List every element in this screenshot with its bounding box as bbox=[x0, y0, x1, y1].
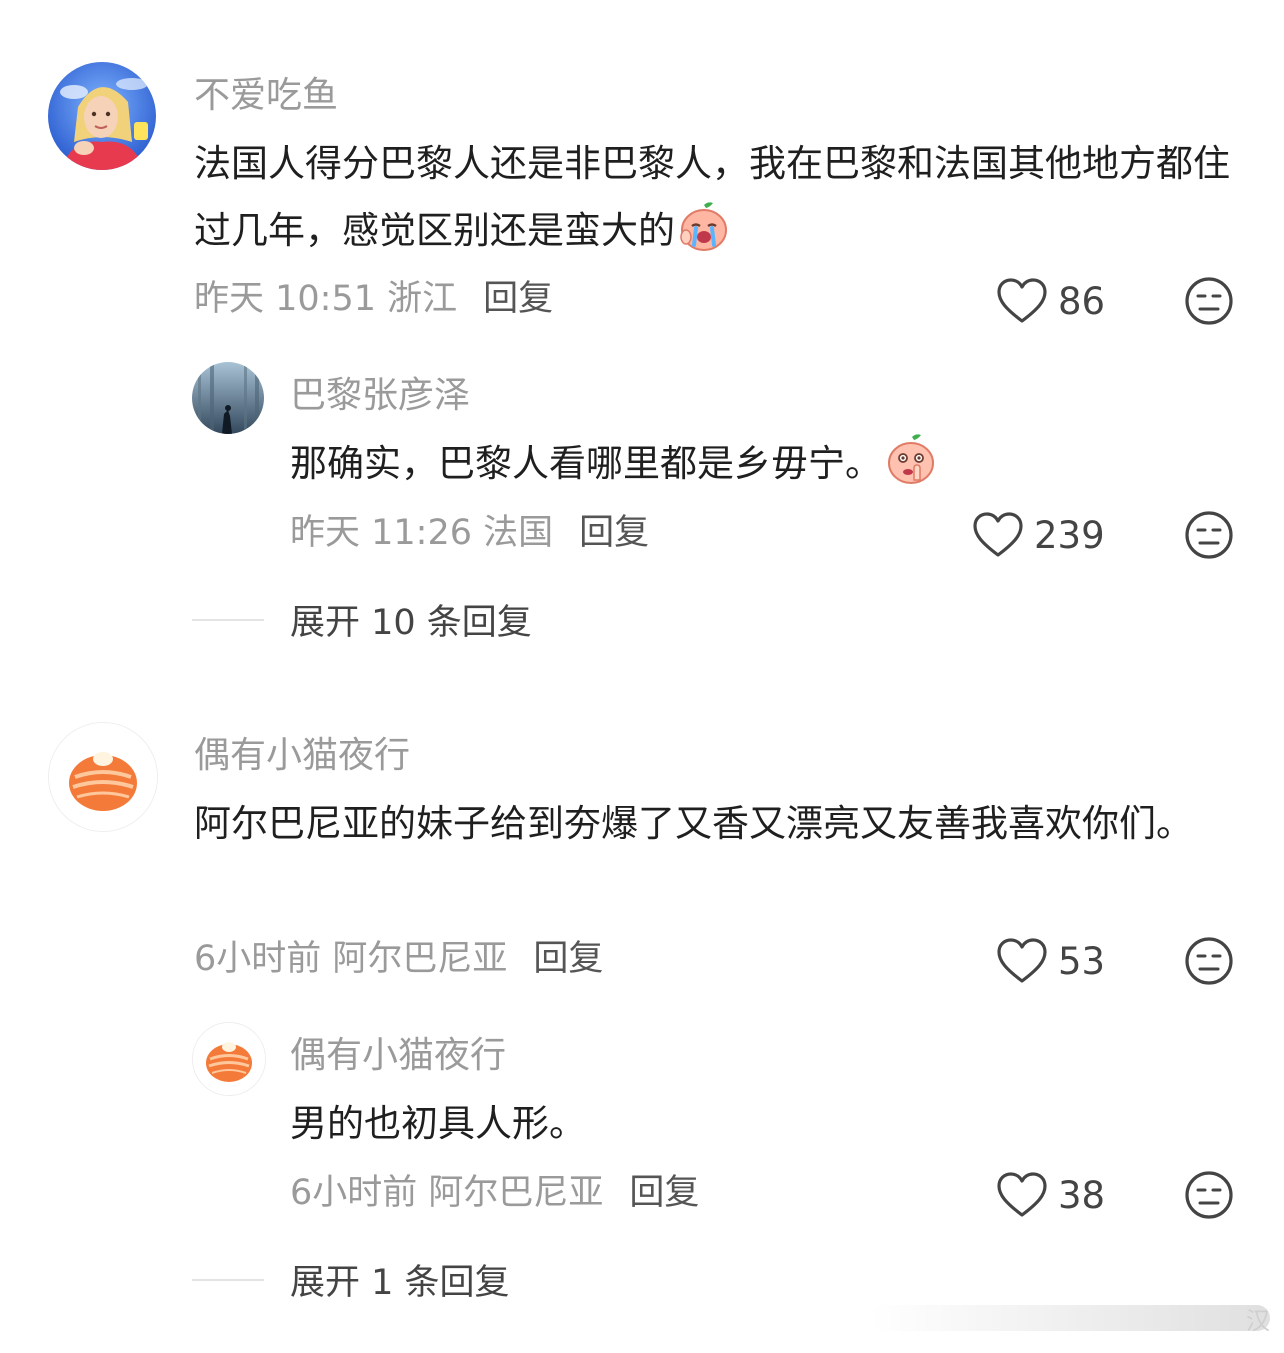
like-button[interactable]: 38 bbox=[996, 1171, 1105, 1219]
avatar[interactable] bbox=[192, 362, 264, 434]
avatar[interactable] bbox=[192, 1022, 266, 1096]
like-count: 86 bbox=[1058, 279, 1106, 323]
heart-icon bbox=[973, 512, 1023, 557]
comment-content: 阿尔巴尼亚的妹子给到夯爆了又香又漂亮又友善我喜欢你们。 bbox=[194, 790, 1244, 857]
like-button[interactable]: 239 bbox=[972, 511, 1105, 559]
reply-username[interactable]: 巴黎张彦泽 bbox=[290, 376, 470, 416]
comment-time-location: 6小时前 阿尔巴尼亚 bbox=[194, 939, 508, 979]
dislike-face-icon[interactable] bbox=[1184, 1170, 1234, 1220]
picking-nose-peach-emoji-icon bbox=[888, 434, 934, 484]
reply-button[interactable]: 回复 bbox=[579, 513, 649, 553]
heart-icon bbox=[997, 938, 1047, 983]
reply-username[interactable]: 偶有小猫夜行 bbox=[290, 1036, 506, 1076]
expand-replies-label: 展开 10 条回复 bbox=[290, 603, 532, 643]
reply-text: 那确实，巴黎人看哪里都是乡毋宁。 bbox=[290, 442, 882, 485]
comment-content: 法国人得分巴黎人还是非巴黎人，我在巴黎和法国其他地方都住过几年，感觉区别还是蛮大… bbox=[194, 130, 1244, 264]
comment-meta: 6小时前 阿尔巴尼亚 回复 bbox=[194, 939, 603, 979]
reply-meta: 6小时前 阿尔巴尼亚 回复 bbox=[290, 1173, 699, 1213]
divider-line bbox=[192, 1278, 264, 1281]
comment-text: 阿尔巴尼亚的妹子给到夯爆了又香又漂亮又友善我喜欢你们。 bbox=[194, 802, 1193, 845]
like-button[interactable]: 86 bbox=[996, 277, 1105, 325]
like-count: 239 bbox=[1034, 513, 1105, 557]
comment-list: 不爱吃鱼 法国人得分巴黎人还是非巴黎人，我在巴黎和法国其他地方都住过几年，感觉区… bbox=[0, 0, 1284, 1353]
reply-content: 那确实，巴黎人看哪里都是乡毋宁。 bbox=[290, 430, 1240, 497]
like-count: 38 bbox=[1058, 1173, 1106, 1217]
misty-forest-avatar-icon bbox=[192, 362, 264, 434]
reply-meta: 昨天 11:26 法国 回复 bbox=[290, 513, 649, 553]
crying-peach-emoji-icon bbox=[680, 202, 727, 251]
comment-username[interactable]: 偶有小猫夜行 bbox=[194, 736, 410, 776]
dislike-face-icon[interactable] bbox=[1184, 276, 1234, 326]
reply-button[interactable]: 回复 bbox=[533, 939, 603, 979]
salmon-sushi-avatar-icon bbox=[49, 723, 157, 831]
comment-time-location: 昨天 10:51 浙江 bbox=[194, 279, 458, 319]
avatar[interactable] bbox=[48, 722, 158, 832]
blonde-girl-avatar-icon bbox=[48, 62, 156, 170]
heart-icon bbox=[997, 278, 1047, 323]
reply-time-location: 昨天 11:26 法国 bbox=[290, 513, 554, 553]
reply-time-location: 6小时前 阿尔巴尼亚 bbox=[290, 1173, 604, 1213]
comment-username[interactable]: 不爱吃鱼 bbox=[194, 76, 338, 116]
divider-line bbox=[192, 618, 264, 621]
like-count: 53 bbox=[1058, 939, 1106, 983]
reply-button[interactable]: 回复 bbox=[483, 279, 553, 319]
watermark-text: 汉 bbox=[1246, 1307, 1270, 1335]
expand-replies-label: 展开 1 条回复 bbox=[290, 1263, 510, 1303]
dislike-face-icon[interactable] bbox=[1184, 936, 1234, 986]
reply-content: 男的也初具人形。 bbox=[290, 1090, 1240, 1157]
comment-meta: 昨天 10:51 浙江 回复 bbox=[194, 279, 553, 319]
avatar[interactable] bbox=[48, 62, 156, 170]
reply-text: 男的也初具人形。 bbox=[290, 1102, 586, 1145]
heart-icon bbox=[997, 1172, 1047, 1217]
expand-replies-button[interactable]: 展开 1 条回复 bbox=[192, 1254, 510, 1305]
dislike-face-icon[interactable] bbox=[1184, 510, 1234, 560]
watermark: 汉 bbox=[870, 1305, 1270, 1335]
salmon-sushi-avatar-icon bbox=[193, 1023, 265, 1095]
expand-replies-button[interactable]: 展开 10 条回复 bbox=[192, 594, 532, 645]
like-button[interactable]: 53 bbox=[996, 937, 1105, 985]
reply-button[interactable]: 回复 bbox=[629, 1173, 699, 1213]
